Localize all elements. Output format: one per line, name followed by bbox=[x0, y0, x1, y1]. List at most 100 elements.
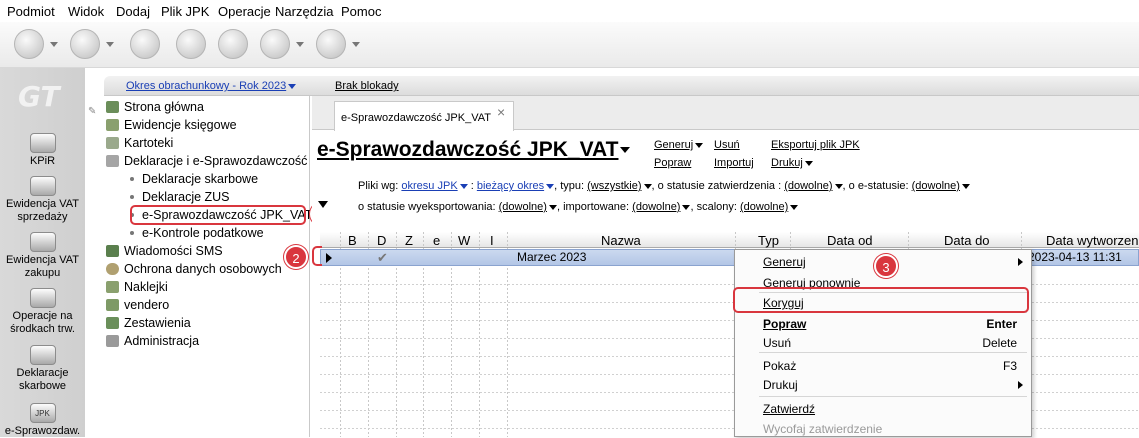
action-drukuj[interactable]: Drukuj bbox=[771, 157, 813, 169]
step-badge-2: 2 bbox=[284, 245, 308, 269]
eraser-icon[interactable] bbox=[176, 29, 206, 59]
ctx-wycofaj: Wycofaj zatwierdzenie bbox=[763, 422, 883, 436]
col-typ[interactable]: Typ bbox=[758, 233, 779, 248]
tree-ochrona-danych[interactable]: Ochrona danych osobowych bbox=[106, 262, 282, 276]
menu-dodaj[interactable]: Dodaj bbox=[116, 4, 150, 19]
submenu-arrow-icon bbox=[1018, 258, 1023, 266]
documents-icon bbox=[29, 345, 56, 365]
filter-zatwierdzenie[interactable]: (dowolne) bbox=[784, 180, 843, 192]
action-eksportuj[interactable]: Eksportuj plik JPK bbox=[771, 139, 860, 151]
filters-line-2: o statusie wyeksportowania: (dowolne), i… bbox=[358, 201, 799, 213]
menu-podmiot[interactable]: Podmiot bbox=[7, 4, 55, 19]
tree-e-kontrole[interactable]: e-Kontrole podatkowe bbox=[130, 226, 264, 240]
module-vat-zakupu[interactable]: Ewidencja VAT zakupu bbox=[0, 232, 85, 280]
col-data-do[interactable]: Data do bbox=[944, 233, 990, 248]
col-i[interactable]: I bbox=[490, 233, 494, 248]
grid-header: B D Z e W I Nazwa Typ Data od Data do Da… bbox=[320, 232, 1139, 248]
ctx-generuj[interactable]: Generuj bbox=[763, 255, 806, 269]
filter-e-status[interactable]: (dowolne) bbox=[912, 180, 970, 192]
tree-deklaracje-skarbowe[interactable]: Deklaracje skarbowe bbox=[130, 172, 258, 186]
menu-plik-jpk[interactable]: Plik JPK bbox=[161, 4, 209, 19]
coins-icon bbox=[29, 288, 56, 308]
menu-widok[interactable]: Widok bbox=[68, 4, 104, 19]
ledger-icon bbox=[106, 119, 119, 131]
col-z[interactable]: Z bbox=[405, 233, 413, 248]
ctx-pokaz[interactable]: Pokaż bbox=[763, 359, 796, 373]
filter-eksport[interactable]: (dowolne) bbox=[499, 201, 557, 213]
view-title[interactable]: e-Sprawozdawczość JPK_VAT bbox=[317, 138, 631, 162]
col-w[interactable]: W bbox=[458, 233, 470, 248]
printer-icon[interactable] bbox=[260, 29, 290, 59]
report-icon bbox=[106, 317, 119, 329]
module-e-sprawozdawczosc[interactable]: JPK e-Sprawozdaw. bbox=[0, 403, 85, 438]
col-nazwa[interactable]: Nazwa bbox=[601, 233, 641, 248]
tab-e-sprawozdawczosc[interactable]: e-Sprawozdawczość JPK_VAT × bbox=[334, 101, 514, 131]
module-kpir[interactable]: KPiR bbox=[0, 133, 85, 168]
sms-icon bbox=[106, 245, 119, 257]
app-logo: GT bbox=[18, 80, 60, 113]
tree-kartoteki[interactable]: Kartoteki bbox=[106, 136, 173, 150]
module-deklaracje-skarbowe[interactable]: Deklaracje skarbowe bbox=[0, 345, 85, 393]
action-importuj[interactable]: Importuj bbox=[714, 157, 754, 169]
ctx-usun[interactable]: Usuń bbox=[763, 336, 791, 350]
tree-deklaracje-zus[interactable]: Deklaracje ZUS bbox=[130, 190, 230, 204]
tree-ewidencje[interactable]: Ewidencje księgowe bbox=[106, 118, 237, 132]
admin-icon bbox=[106, 335, 119, 347]
menu-operacje[interactable]: Operacje bbox=[218, 4, 271, 19]
col-e[interactable]: e bbox=[433, 233, 440, 248]
module-vat-sprzedazy[interactable]: Ewidencja VAT sprzedaży bbox=[0, 176, 85, 224]
tree-administracja[interactable]: Administracja bbox=[106, 334, 199, 348]
folder-icon bbox=[106, 137, 119, 149]
step-badge-3: 3 bbox=[874, 254, 898, 278]
row-pointer-icon bbox=[326, 253, 332, 263]
filter-scalony[interactable]: (dowolne) bbox=[740, 201, 799, 213]
filter-biezacy[interactable]: bieżący okres bbox=[477, 180, 555, 192]
period-bar: Okres obrachunkowy - Rok 2023 Brak bloka… bbox=[104, 76, 1139, 96]
ctx-popraw-shortcut: Enter bbox=[986, 317, 1017, 331]
label-icon bbox=[106, 281, 119, 293]
close-icon[interactable]: × bbox=[497, 104, 505, 120]
action-generuj[interactable]: Generuj bbox=[654, 139, 704, 151]
menu-narzedzia[interactable]: Narzędzia bbox=[275, 4, 334, 19]
menu-pomoc[interactable]: Pomoc bbox=[341, 4, 381, 19]
action-usun[interactable]: Usuń bbox=[714, 139, 740, 151]
module-srodki-trwale[interactable]: Operacje na środkach trw. bbox=[0, 288, 85, 336]
jpk-icon: JPK bbox=[29, 403, 56, 423]
coins-icon[interactable] bbox=[130, 29, 160, 59]
filter-typ[interactable]: (wszystkie) bbox=[587, 180, 652, 192]
mail-receive-icon[interactable] bbox=[70, 29, 100, 59]
filters-line-1: Pliki wg: okresu JPK : bieżący okres, ty… bbox=[358, 180, 970, 192]
navigation-tree: ✎ Strona główna Ewidencje księgowe Karto… bbox=[86, 96, 312, 437]
ctx-popraw[interactable]: Popraw bbox=[763, 317, 806, 331]
help-icon[interactable] bbox=[316, 29, 346, 59]
ctx-drukuj[interactable]: Drukuj bbox=[763, 378, 798, 392]
tree-vendero[interactable]: vendero bbox=[106, 298, 169, 312]
row-data-wytworzenia: 2023-04-13 11:31 bbox=[1028, 250, 1122, 264]
shield-icon bbox=[106, 263, 119, 275]
submenu-arrow-icon bbox=[1018, 381, 1023, 389]
highlight-frame-koryguj bbox=[733, 287, 1029, 313]
col-d[interactable]: D bbox=[377, 233, 386, 248]
tree-sms[interactable]: Wiadomości SMS bbox=[106, 244, 223, 258]
home-icon bbox=[106, 101, 119, 113]
cart-icon bbox=[106, 299, 119, 311]
no-tools-icon[interactable] bbox=[218, 29, 248, 59]
ctx-zatwierdz[interactable]: Zatwierdź bbox=[763, 402, 815, 416]
lock-status[interactable]: Brak blokady bbox=[335, 80, 399, 92]
action-popraw[interactable]: Popraw bbox=[654, 157, 691, 169]
col-b[interactable]: B bbox=[348, 233, 357, 248]
pin-icon[interactable]: ✎ bbox=[88, 106, 98, 117]
collapse-filters-icon[interactable] bbox=[318, 201, 328, 208]
books-icon bbox=[29, 133, 56, 153]
filter-okres-jpk[interactable]: okresu JPK bbox=[401, 180, 468, 192]
filter-import[interactable]: (dowolne) bbox=[632, 201, 691, 213]
col-data-wytworzenia[interactable]: Data wytworzen bbox=[1046, 233, 1138, 248]
mail-send-icon[interactable] bbox=[14, 29, 44, 59]
col-data-od[interactable]: Data od bbox=[827, 233, 873, 248]
check-icon: ✔ bbox=[377, 250, 388, 265]
tree-naklejki[interactable]: Naklejki bbox=[106, 280, 168, 294]
period-selector[interactable]: Okres obrachunkowy - Rok 2023 bbox=[126, 80, 297, 92]
tree-deklaracje[interactable]: Deklaracje i e-Sprawozdawczość bbox=[106, 154, 307, 168]
tree-zestawienia[interactable]: Zestawienia bbox=[106, 316, 191, 330]
tree-strona-glowna[interactable]: Strona główna bbox=[106, 100, 204, 114]
